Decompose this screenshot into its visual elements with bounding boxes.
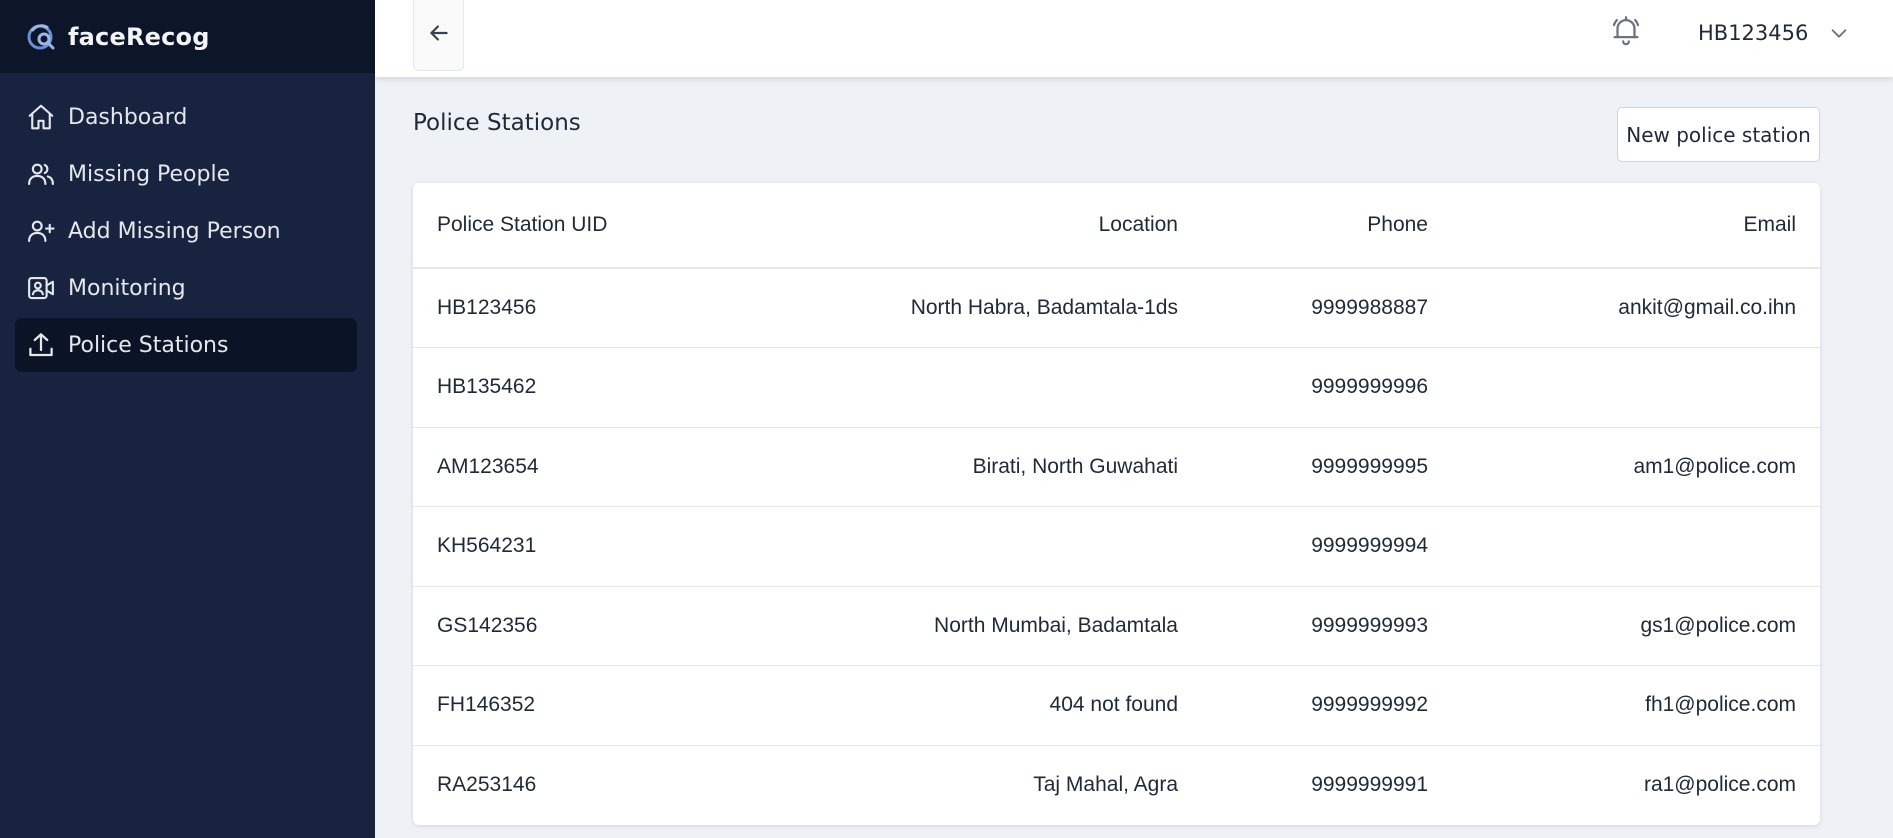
sidebar-item-label: Add Missing Person <box>68 218 281 244</box>
notifications-button[interactable] <box>1608 14 1644 50</box>
cell-phone: 9999999993 <box>1311 613 1428 637</box>
cell-uid: FH146352 <box>437 693 536 717</box>
cell-uid: AM123654 <box>437 454 539 478</box>
column-header-email[interactable]: Email <box>1452 183 1820 268</box>
table-header-row: Police Station UID Location Phone Email <box>413 183 1820 268</box>
upload-icon <box>25 329 57 361</box>
sidebar-nav: Dashboard Missing People Add Missing Per… <box>0 73 375 372</box>
cell-email: fh1@police.com <box>1645 693 1796 717</box>
sidebar-item-monitoring[interactable]: Monitoring <box>15 261 357 315</box>
sidebar-item-police-stations[interactable]: Police Stations <box>15 318 357 372</box>
sidebar-item-label: Dashboard <box>68 104 188 130</box>
cell-email: ankit@gmail.co.ihn <box>1618 296 1796 319</box>
sidebar-item-missing-people[interactable]: Missing People <box>15 147 357 201</box>
sidebar-item-label: Monitoring <box>68 275 186 301</box>
cell-uid: KH564231 <box>437 534 537 558</box>
cell-email <box>1452 348 1820 428</box>
table-row[interactable]: KH564231 9999999994 <box>413 507 1820 587</box>
cell-location <box>793 507 1202 587</box>
sidebar-item-label: Police Stations <box>68 332 229 358</box>
chevron-down-icon <box>1828 22 1850 44</box>
cell-uid: HB135462 <box>437 375 537 399</box>
cell-location: 404 not found <box>1049 693 1178 717</box>
cell-location: North Mumbai, Badamtala <box>934 613 1178 637</box>
user-plus-icon <box>25 215 57 247</box>
users-icon <box>25 158 57 190</box>
app-name: faceRecog <box>68 22 210 51</box>
user-menu[interactable]: HB123456 <box>1698 18 1850 48</box>
page-title: Police Stations <box>413 110 581 136</box>
column-header-uid[interactable]: Police Station UID <box>413 183 793 268</box>
police-stations-table-card: Police Station UID Location Phone Email … <box>413 183 1820 825</box>
sidebar: faceRecog Dashboard Missing People Add M… <box>0 0 375 838</box>
sidebar-item-dashboard[interactable]: Dashboard <box>15 90 357 144</box>
cell-email: am1@police.com <box>1633 454 1796 478</box>
top-header: HB123456 <box>375 0 1893 77</box>
cell-email <box>1452 507 1820 587</box>
user-name: HB123456 <box>1698 21 1809 45</box>
table-row[interactable]: RA253146 Taj Mahal, Agra 9999999991 ra1@… <box>413 745 1820 825</box>
cell-phone: 9999999991 <box>1311 773 1428 796</box>
police-stations-table: Police Station UID Location Phone Email … <box>413 183 1820 825</box>
bell-icon <box>1609 13 1643 51</box>
arrow-left-icon <box>426 20 452 50</box>
table-row[interactable]: HB135462 9999999996 <box>413 348 1820 428</box>
sidebar-item-add-missing-person[interactable]: Add Missing Person <box>15 204 357 258</box>
cell-location <box>793 348 1202 428</box>
table-row[interactable]: HB123456 North Habra, Badamtala-1ds 9999… <box>413 268 1820 348</box>
cell-location: Taj Mahal, Agra <box>1033 773 1178 796</box>
table-row[interactable]: AM123654 Birati, North Guwahati 99999999… <box>413 427 1820 507</box>
cell-email: gs1@police.com <box>1640 613 1796 637</box>
cell-location: North Habra, Badamtala-1ds <box>910 296 1178 319</box>
video-icon <box>25 272 57 304</box>
cell-uid: GS142356 <box>437 613 538 637</box>
brand[interactable]: faceRecog <box>0 0 375 73</box>
sidebar-item-label: Missing People <box>68 161 231 187</box>
cell-uid: HB123456 <box>437 296 537 319</box>
cell-location: Birati, North Guwahati <box>972 454 1178 478</box>
cell-uid: RA253146 <box>437 773 537 796</box>
face-recognition-logo-icon <box>26 21 58 53</box>
home-icon <box>25 101 57 133</box>
cell-email: ra1@police.com <box>1643 773 1796 796</box>
column-header-location[interactable]: Location <box>793 183 1202 268</box>
cell-phone: 9999999992 <box>1311 693 1428 717</box>
table-row[interactable]: FH146352 404 not found 9999999992 fh1@po… <box>413 666 1820 745</box>
new-police-station-button[interactable]: New police station <box>1617 107 1820 162</box>
cell-phone: 9999988887 <box>1311 296 1428 319</box>
back-button[interactable] <box>413 0 464 71</box>
table-row[interactable]: GS142356 North Mumbai, Badamtala 9999999… <box>413 586 1820 666</box>
cell-phone: 9999999994 <box>1311 534 1428 558</box>
cell-phone: 9999999995 <box>1311 454 1428 478</box>
cell-phone: 9999999996 <box>1311 375 1428 399</box>
column-header-phone[interactable]: Phone <box>1202 183 1452 268</box>
